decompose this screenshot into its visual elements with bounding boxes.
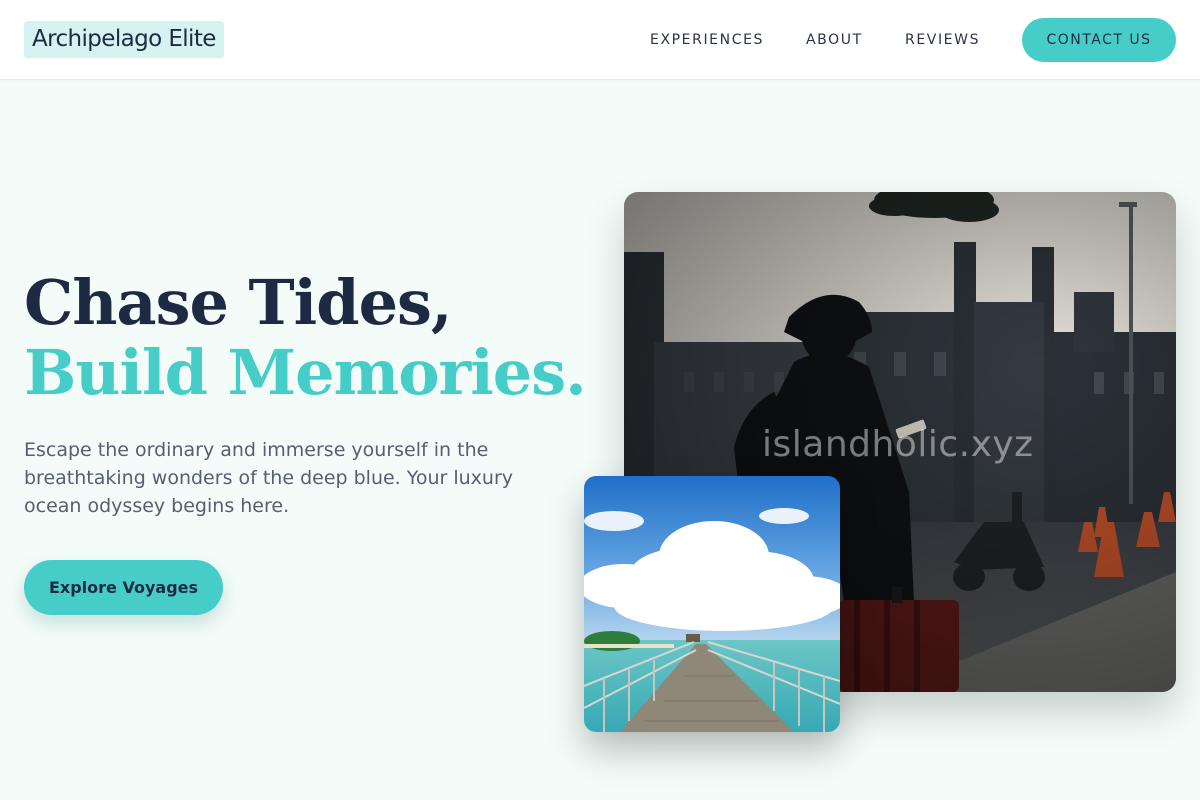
nav-link-about[interactable]: ABOUT <box>806 32 863 48</box>
hero-title-line1: Chase Tides, <box>24 266 453 339</box>
hero-title-line2: Build Memories. <box>24 336 587 409</box>
brand-logo[interactable]: Archipelago Elite <box>24 21 224 58</box>
photo-watermark: islandholic.xyz <box>762 424 1034 465</box>
hero-title: Chase Tides, Build Memories. <box>24 268 604 408</box>
nav-link-experiences[interactable]: EXPERIENCES <box>650 32 764 48</box>
island-pier-photo <box>584 476 840 732</box>
explore-voyages-button[interactable]: Explore Voyages <box>24 560 223 615</box>
site-header: Archipelago Elite EXPERIENCES ABOUT REVI… <box>0 0 1200 80</box>
nav-link-reviews[interactable]: REVIEWS <box>905 32 980 48</box>
hero-description: Escape the ordinary and immerse yourself… <box>24 439 514 517</box>
contact-us-button[interactable]: CONTACT US <box>1022 18 1176 62</box>
